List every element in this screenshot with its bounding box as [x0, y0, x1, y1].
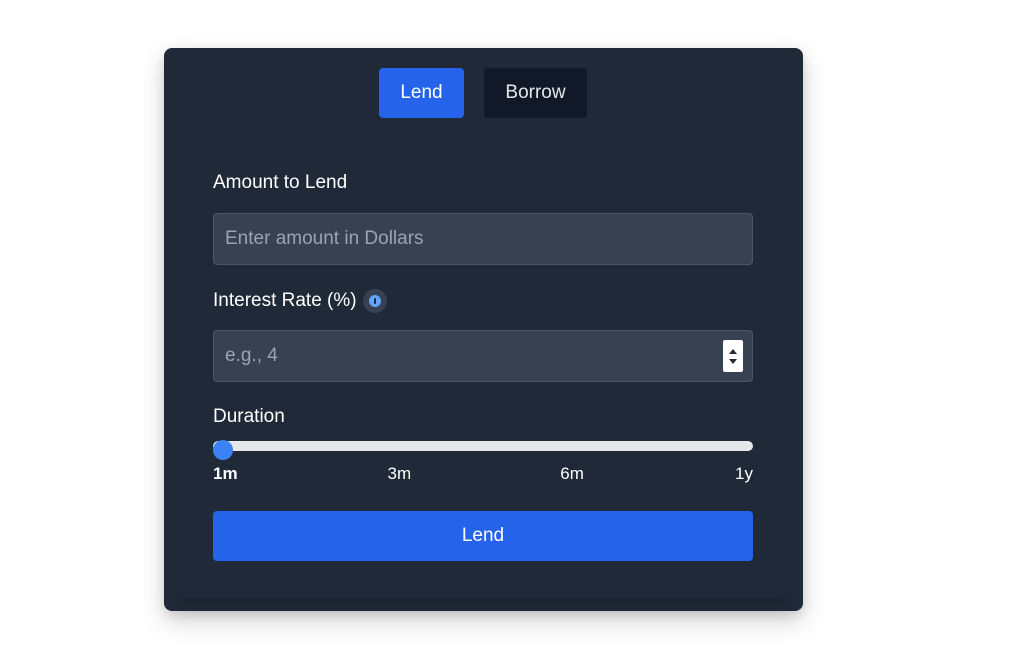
duration-tick-1m: 1m [213, 464, 238, 483]
spinner-up-icon[interactable] [729, 348, 737, 354]
lend-borrow-card: Lend Borrow Amount to Lend Interest Rate… [164, 48, 803, 611]
interest-rate-input[interactable] [213, 330, 753, 382]
duration-tick-6m: 6m [560, 464, 584, 483]
duration-slider-track[interactable] [213, 441, 753, 451]
duration-slider-thumb[interactable] [213, 440, 233, 460]
amount-label: Amount to Lend [213, 172, 348, 193]
spinner-down-icon[interactable] [729, 358, 737, 364]
duration-tick-3m: 3m [387, 464, 412, 483]
interest-rate-label-row: Interest Rate (%) [213, 289, 387, 313]
card-inner-shadow [182, 588, 785, 598]
duration-label: Duration [213, 406, 285, 427]
number-spinner[interactable] [723, 340, 743, 372]
lend-submit-button[interactable]: Lend [213, 511, 753, 561]
info-icon[interactable] [362, 289, 387, 313]
tab-borrow[interactable]: Borrow [484, 68, 587, 118]
amount-input[interactable] [213, 213, 753, 265]
duration-tick-1y: 1y [735, 464, 753, 483]
interest-rate-label: Interest Rate (%) [213, 290, 357, 311]
tab-lend[interactable]: Lend [379, 68, 464, 118]
